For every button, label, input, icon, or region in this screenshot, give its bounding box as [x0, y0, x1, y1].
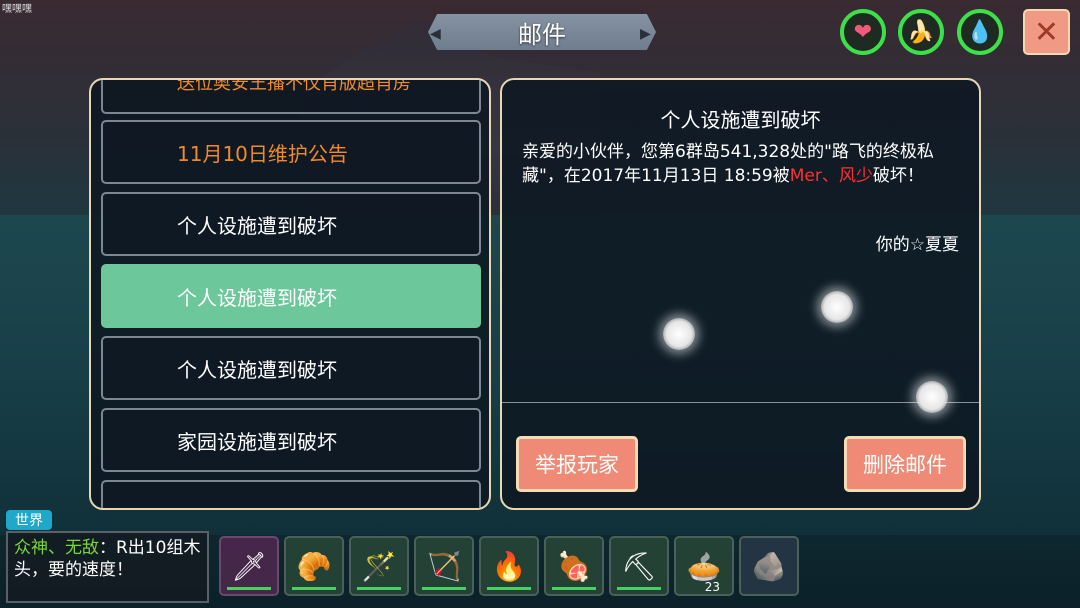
window-title: 邮件 — [428, 14, 656, 50]
hotbar-slot[interactable]: 🍖 — [544, 536, 604, 596]
food-icon: 🍌 — [907, 19, 935, 45]
mail-item[interactable]: 送位奥安王播不仪肖版超肖房 — [101, 80, 481, 114]
chat-channel-tag[interactable]: 世界 — [6, 510, 52, 530]
mail-item[interactable]: 个人设施遭到破坏 — [101, 192, 481, 256]
mail-item[interactable]: 11月10日维护公告 — [101, 120, 481, 184]
water-icon: 💧 — [966, 19, 994, 45]
mail-list-panel[interactable]: 送位奥安王播不仪肖版超肖房 11月10日维护公告 个人设施遭到破坏 个人设施遭到… — [89, 78, 491, 510]
mail-item[interactable]: 家园设施遭到破坏 — [101, 408, 481, 472]
health-icon[interactable]: ❤ — [840, 9, 886, 55]
mail-detail-body: 亲爱的小伙伴，您第6群岛541,328处的"路飞的终极私藏"，在2017年11月… — [522, 142, 934, 186]
hotbar-slot[interactable]: 🏹 — [414, 536, 474, 596]
durability-bar — [357, 587, 401, 590]
light-orb — [821, 291, 853, 323]
close-icon: ✕ — [1033, 14, 1060, 50]
thirst-icon[interactable]: 💧 — [957, 9, 1003, 55]
hunger-icon[interactable]: 🍌 — [898, 9, 944, 55]
heart-icon: ❤ — [853, 19, 873, 45]
durability-bar — [422, 587, 466, 590]
scythe-icon: 🗡 — [231, 549, 267, 583]
divider — [502, 402, 979, 403]
mail-detail-panel: 个人设施遭到破坏 亲爱的小伙伴，您第6群岛541,328处的"路飞的终极私藏"，… — [500, 78, 981, 510]
durability-bar — [617, 587, 661, 590]
mail-item[interactable]: 个人设施遭到破坏 — [101, 336, 481, 400]
durability-bar — [227, 587, 271, 590]
mail-detail-title: 个人设施遭到破坏 — [660, 108, 821, 132]
horn-icon: 🥐 — [296, 549, 332, 583]
close-button[interactable]: ✕ — [1023, 9, 1070, 55]
hotbar-slot[interactable]: 🔥 — [479, 536, 539, 596]
bow-icon: 🏹 — [426, 549, 462, 583]
mail-signature: 你的☆夏夏 — [875, 235, 959, 255]
corner-text: 嘿嘿嘿 — [2, 4, 32, 15]
durability-bar — [487, 587, 531, 590]
hotbar-slot[interactable]: ⛏ — [609, 536, 669, 596]
report-player-button[interactable]: 举报玩家 — [516, 436, 638, 492]
mail-item-partial[interactable] — [101, 480, 481, 508]
pie-icon: 🥧 — [686, 549, 722, 583]
durability-bar — [552, 587, 596, 590]
hotbar-slot[interactable]: 🥐 — [284, 536, 344, 596]
attacker-names: Mer、风少 — [789, 166, 873, 186]
chat-box[interactable]: 众神、无敌：R出10组木头，要的速度！ — [6, 531, 209, 603]
item-count: 23 — [704, 580, 720, 594]
light-orb — [663, 318, 695, 350]
staff-icon: 🪄 — [361, 549, 397, 583]
mail-item-selected[interactable]: 个人设施遭到破坏 — [101, 264, 481, 328]
campfire-icon: 🔥 — [491, 549, 527, 583]
hotbar-slot[interactable]: 🗡 — [219, 536, 279, 596]
hotbar-slot[interactable]: 🥧 23 — [674, 536, 734, 596]
title-ornament-left-icon: ◀ — [430, 26, 441, 42]
hotbar-slot[interactable]: 🪄 — [349, 536, 409, 596]
meat-icon: 🍖 — [556, 549, 592, 583]
title-ornament-right-icon: ▶ — [640, 26, 651, 42]
chat-speaker[interactable]: 众神、无敌 — [14, 538, 99, 558]
delete-mail-button[interactable]: 删除邮件 — [844, 436, 966, 492]
hotbar-slot[interactable]: 🪨 — [739, 536, 799, 596]
pickaxe-icon: ⛏ — [621, 549, 657, 583]
durability-bar — [292, 587, 336, 590]
stone-icon: 🪨 — [751, 549, 787, 583]
light-orb — [916, 381, 948, 413]
